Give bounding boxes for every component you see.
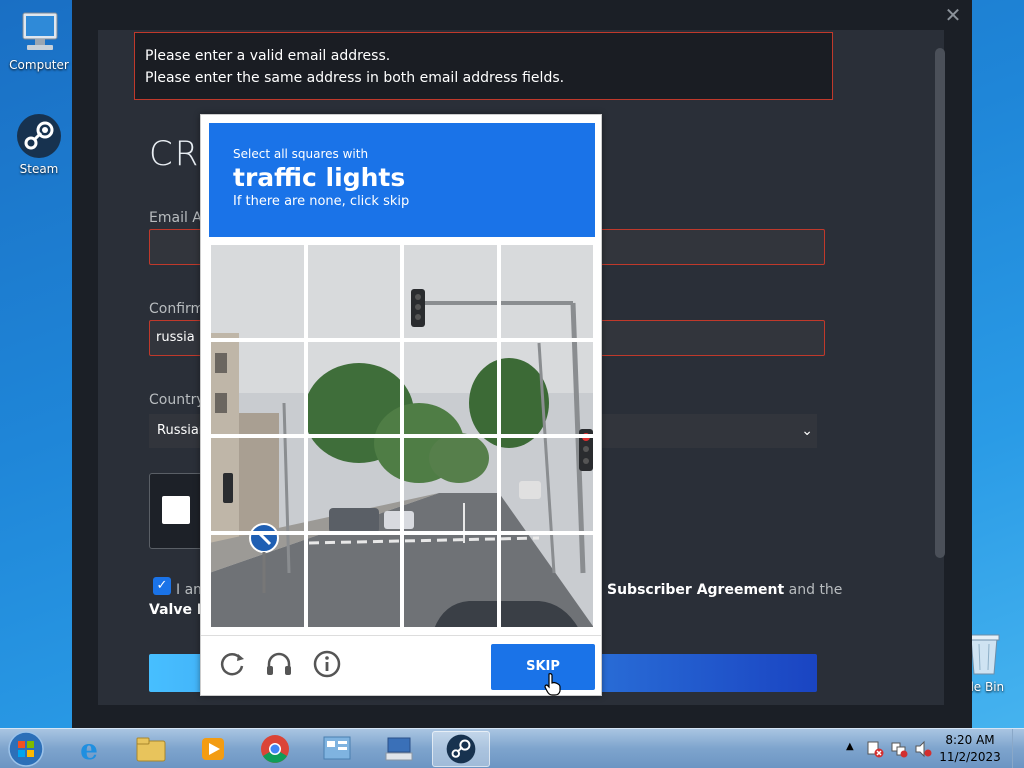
error-box: Please enter a valid email address. Plea… bbox=[134, 32, 833, 100]
recaptcha-challenge: Select all squares with traffic lights I… bbox=[200, 114, 602, 696]
desktop-icon-steam[interactable]: Steam bbox=[4, 112, 74, 176]
hint-text: If there are none, click skip bbox=[233, 194, 410, 209]
grid-tile[interactable] bbox=[402, 339, 499, 436]
audio-icon[interactable] bbox=[263, 648, 295, 680]
start-button[interactable] bbox=[4, 730, 52, 768]
chrome-icon bbox=[261, 735, 289, 763]
grid-tile[interactable] bbox=[305, 532, 402, 629]
taskbar-chrome[interactable] bbox=[246, 731, 304, 767]
grid-tile[interactable] bbox=[209, 243, 306, 340]
clock[interactable]: 8:20 AM 11/2/2023 bbox=[924, 732, 1016, 766]
agree-checkbox[interactable]: ✓ bbox=[153, 577, 171, 595]
grid-tile[interactable] bbox=[209, 339, 306, 436]
skip-button[interactable]: SKIP bbox=[491, 644, 595, 690]
error-message: Please enter the same address in both em… bbox=[145, 70, 565, 86]
subscriber-agreement-link[interactable]: Subscriber Agreement bbox=[607, 582, 784, 598]
grid-tile[interactable] bbox=[402, 436, 499, 533]
hand-cursor-icon bbox=[544, 673, 561, 696]
scrollbar-thumb[interactable] bbox=[935, 48, 945, 558]
grid-tile[interactable] bbox=[209, 436, 306, 533]
show-desktop-button[interactable] bbox=[1012, 729, 1024, 768]
error-message: Please enter a valid email address. bbox=[145, 48, 391, 64]
confirm-email-label: Confirm bbox=[149, 301, 205, 317]
taskbar: e ▲ 8:20 AM 11/2/2023 bbox=[0, 728, 1024, 768]
reload-icon[interactable] bbox=[216, 648, 248, 680]
control-panel-icon bbox=[323, 736, 351, 760]
grid-tile[interactable] bbox=[402, 243, 499, 340]
media-player-icon bbox=[202, 738, 224, 760]
taskbar-media-player[interactable] bbox=[184, 731, 242, 767]
taskbar-explorer[interactable] bbox=[122, 731, 180, 767]
clock-time: 8:20 AM bbox=[945, 733, 995, 747]
grid-tile[interactable] bbox=[305, 436, 402, 533]
grid-tile[interactable] bbox=[305, 339, 402, 436]
challenge-header: Select all squares with traffic lights I… bbox=[209, 123, 595, 237]
page-title: CR bbox=[149, 134, 201, 174]
target-object: traffic lights bbox=[233, 163, 406, 192]
email-label: Email A bbox=[149, 210, 202, 226]
info-icon[interactable] bbox=[311, 648, 343, 680]
grid-tile[interactable] bbox=[402, 532, 499, 629]
recaptcha-checkbox[interactable] bbox=[162, 496, 190, 524]
challenge-footer: SKIP bbox=[201, 635, 601, 695]
taskbar-ie[interactable]: e bbox=[60, 731, 118, 767]
challenge-image-grid bbox=[209, 243, 595, 629]
clock-date: 11/2/2023 bbox=[939, 750, 1001, 764]
grid-tile[interactable] bbox=[209, 532, 306, 629]
grid-tile[interactable] bbox=[498, 243, 595, 340]
network-icon[interactable] bbox=[890, 740, 908, 758]
tile-grid bbox=[209, 243, 595, 629]
taskbar-control-panel[interactable] bbox=[308, 731, 366, 767]
internet-explorer-icon: e bbox=[80, 732, 98, 766]
show-hidden-icons-icon[interactable]: ▲ bbox=[846, 741, 854, 752]
taskbar-steam[interactable] bbox=[432, 731, 490, 767]
action-center-icon[interactable] bbox=[866, 740, 884, 758]
instruction-text: Select all squares with bbox=[233, 147, 369, 161]
computer-icon bbox=[15, 8, 63, 56]
grid-tile[interactable] bbox=[498, 339, 595, 436]
grid-tile[interactable] bbox=[498, 436, 595, 533]
folder-icon bbox=[136, 737, 166, 762]
grid-tile[interactable] bbox=[498, 532, 595, 629]
desktop-icon-computer[interactable]: Computer bbox=[4, 8, 74, 72]
steam-icon bbox=[446, 734, 476, 764]
agree-text-right: Subscriber Agreement and the bbox=[607, 580, 842, 600]
keyboard-icon bbox=[385, 737, 413, 761]
chevron-down-icon: ⌄ bbox=[801, 423, 813, 439]
desktop-icon-label: Computer bbox=[9, 58, 69, 72]
close-icon[interactable]: ✕ bbox=[942, 4, 964, 26]
steam-logo-icon bbox=[15, 112, 63, 160]
grid-tile[interactable] bbox=[305, 243, 402, 340]
desktop-icon-label: Steam bbox=[19, 162, 59, 176]
taskbar-keyboard[interactable] bbox=[370, 731, 428, 767]
country-label: Country bbox=[149, 392, 205, 408]
agree-text-end: and the bbox=[784, 582, 843, 598]
